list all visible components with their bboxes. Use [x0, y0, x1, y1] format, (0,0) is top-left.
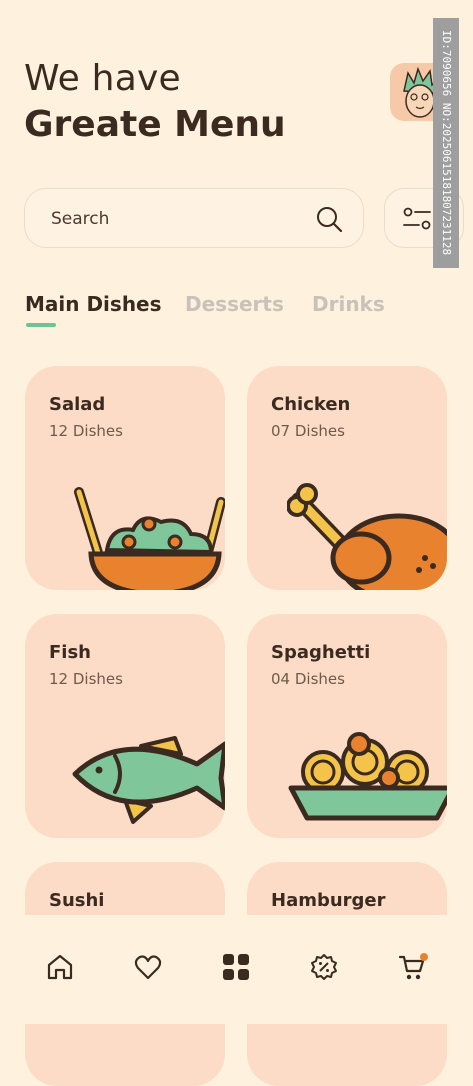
card-count: 12 Dishes: [49, 422, 123, 440]
discount-icon[interactable]: [310, 953, 338, 985]
chicken-icon: [287, 483, 447, 590]
spaghetti-icon: [288, 732, 447, 821]
card-count: 07 Dishes: [271, 422, 345, 440]
tab-desserts[interactable]: Desserts: [185, 292, 284, 316]
filter-icon: [403, 207, 431, 230]
bottom-nav: [0, 915, 473, 1024]
title-line-1: We have: [24, 58, 181, 99]
card-count: 12 Dishes: [49, 670, 123, 688]
category-card-chicken[interactable]: Chicken 07 Dishes: [247, 366, 447, 590]
fish-icon: [72, 736, 225, 824]
tab-drinks[interactable]: Drinks: [312, 292, 385, 316]
card-title: Fish: [49, 642, 91, 663]
grid-icon[interactable]: [222, 953, 250, 985]
card-count: 04 Dishes: [271, 670, 345, 688]
watermark: ID:7090656 NO:20250615181807231128: [433, 18, 459, 268]
card-title: Chicken: [271, 394, 351, 415]
cart-icon[interactable]: [398, 953, 430, 987]
card-title: Sushi: [49, 890, 105, 911]
card-title: Hamburger: [271, 890, 386, 911]
category-card-salad[interactable]: Salad 12 Dishes: [25, 366, 225, 590]
search-input[interactable]: Search: [51, 209, 109, 229]
card-title: Salad: [49, 394, 106, 415]
home-icon[interactable]: [46, 953, 74, 985]
search-bar[interactable]: Search: [24, 188, 364, 248]
salad-icon: [74, 487, 225, 590]
search-icon[interactable]: [315, 205, 343, 237]
category-card-fish[interactable]: Fish 12 Dishes: [25, 614, 225, 838]
heart-icon[interactable]: [134, 953, 162, 985]
title-line-2: Greate Menu: [24, 104, 286, 145]
card-title: Spaghetti: [271, 642, 371, 663]
tab-underline: [26, 323, 56, 327]
tab-main-dishes[interactable]: Main Dishes: [25, 292, 162, 316]
category-card-spaghetti[interactable]: Spaghetti 04 Dishes: [247, 614, 447, 838]
